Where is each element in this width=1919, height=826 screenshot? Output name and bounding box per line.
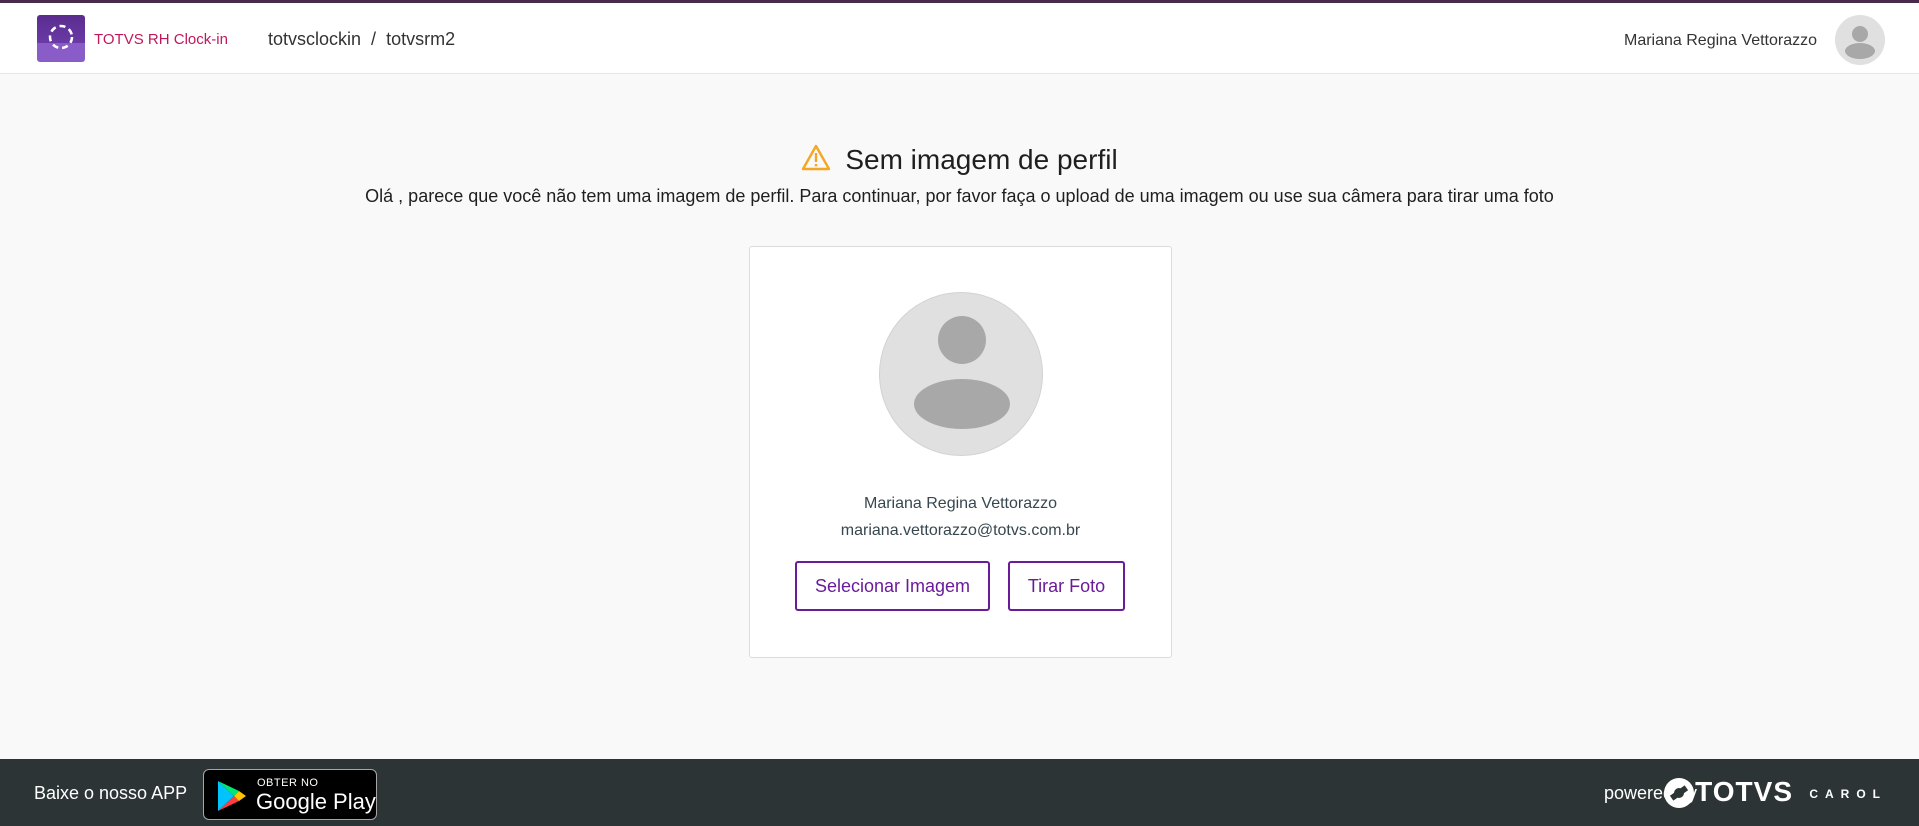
page-title: Sem imagem de perfil: [845, 144, 1118, 175]
download-app-text: Baixe o nosso APP: [34, 783, 188, 803]
store-caption: OBTER NO: [257, 777, 319, 789]
brand-carol: CAROL: [1809, 787, 1887, 801]
logo-icon[interactable]: [37, 15, 85, 62]
store-name: Google Play: [256, 789, 376, 814]
user-avatar-icon[interactable]: [1835, 15, 1885, 65]
title-row: Sem imagem de perfil: [0, 144, 1919, 176]
app-footer: Baixe o nosso APP OBTER NO Google Play p…: [0, 759, 1919, 826]
google-play-badge[interactable]: OBTER NO Google Play: [203, 769, 377, 820]
brand-totvs: TOTVS: [1695, 776, 1793, 807]
breadcrumb-item-tenant[interactable]: totvsclockin: [268, 29, 361, 50]
profile-placeholder-icon: [879, 292, 1043, 456]
app-name[interactable]: TOTVS RH Clock-in: [94, 31, 228, 48]
profile-card: Mariana Regina Vettorazzo mariana.vettor…: [749, 246, 1172, 658]
header-user-name[interactable]: Mariana Regina Vettorazzo: [1624, 32, 1817, 50]
take-photo-button[interactable]: Tirar Foto: [1008, 561, 1125, 611]
profile-name: Mariana Regina Vettorazzo: [864, 495, 1057, 512]
breadcrumb-separator: /: [371, 29, 377, 49]
main-content: Sem imagem de perfil Olá , parece que vo…: [0, 74, 1919, 759]
totvs-logo-icon: [1662, 776, 1696, 815]
page-subtitle: Olá , parece que você não tem uma imagem…: [365, 186, 1554, 206]
profile-email: mariana.vettorazzo@totvs.com.br: [840, 522, 1081, 539]
app-header: TOTVS RH Clock-in totvsclockin / totvsrm…: [0, 3, 1919, 74]
breadcrumb: totvsclockin / totvsrm2: [268, 29, 455, 50]
warning-icon: [801, 144, 831, 176]
breadcrumb-item-environment[interactable]: totvsrm2: [386, 29, 455, 50]
google-play-icon: [218, 781, 246, 811]
select-image-button[interactable]: Selecionar Imagem: [795, 561, 990, 611]
